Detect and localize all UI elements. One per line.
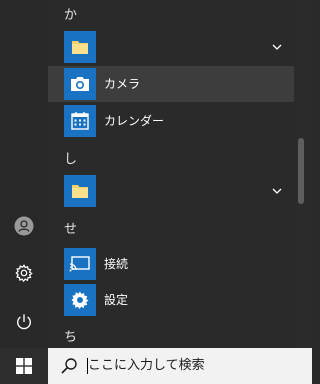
windows-icon bbox=[16, 358, 32, 374]
app-tile bbox=[64, 31, 96, 63]
chevron-down-icon[interactable] bbox=[270, 184, 284, 198]
camera-icon bbox=[71, 77, 89, 91]
start-menu: か カメラ カレンダー し せ 接続 設定 ち bbox=[0, 0, 312, 348]
gear-icon bbox=[15, 264, 33, 282]
app-settings[interactable]: 設定 bbox=[48, 282, 294, 318]
app-tile bbox=[64, 248, 96, 280]
app-tile bbox=[64, 284, 96, 316]
search-icon bbox=[61, 358, 77, 374]
app-tile bbox=[64, 175, 96, 207]
scrollbar-thumb[interactable] bbox=[298, 138, 304, 204]
app-label: 接続 bbox=[104, 257, 129, 271]
app-list[interactable]: か カメラ カレンダー し せ 接続 設定 ち bbox=[48, 0, 296, 348]
power-icon bbox=[17, 314, 31, 330]
settings-rail-button[interactable] bbox=[0, 249, 48, 297]
app-connect[interactable]: 接続 bbox=[48, 246, 294, 282]
power-button[interactable] bbox=[0, 298, 48, 346]
start-button[interactable] bbox=[0, 348, 48, 384]
app-tile bbox=[64, 68, 96, 100]
app-label: カメラ bbox=[104, 77, 141, 91]
start-left-rail bbox=[0, 0, 48, 348]
app-folder-shi[interactable] bbox=[48, 173, 294, 209]
app-calendar[interactable]: カレンダー bbox=[48, 103, 294, 139]
connect-icon bbox=[69, 256, 90, 272]
app-camera[interactable]: カメラ bbox=[48, 66, 294, 102]
calendar-icon bbox=[71, 112, 89, 130]
folder-icon bbox=[72, 185, 88, 198]
folder-icon bbox=[72, 41, 88, 54]
app-label: カレンダー bbox=[104, 114, 165, 128]
section-header-se[interactable]: せ bbox=[64, 220, 77, 240]
taskbar: ここに入力して検索 bbox=[0, 348, 312, 384]
section-header-chi[interactable]: ち bbox=[64, 328, 77, 348]
chevron-down-icon[interactable] bbox=[270, 40, 284, 54]
search-box[interactable]: ここに入力して検索 bbox=[48, 348, 312, 384]
section-header-shi[interactable]: し bbox=[64, 150, 77, 170]
app-label: 設定 bbox=[104, 293, 129, 307]
user-account-button[interactable] bbox=[0, 202, 48, 250]
app-tile bbox=[64, 105, 96, 137]
user-icon bbox=[14, 216, 34, 236]
section-header-ka[interactable]: か bbox=[64, 6, 77, 26]
app-folder-ka[interactable] bbox=[48, 29, 294, 65]
gear-icon bbox=[71, 291, 89, 309]
search-input[interactable]: ここに入力して検索 bbox=[88, 348, 205, 384]
